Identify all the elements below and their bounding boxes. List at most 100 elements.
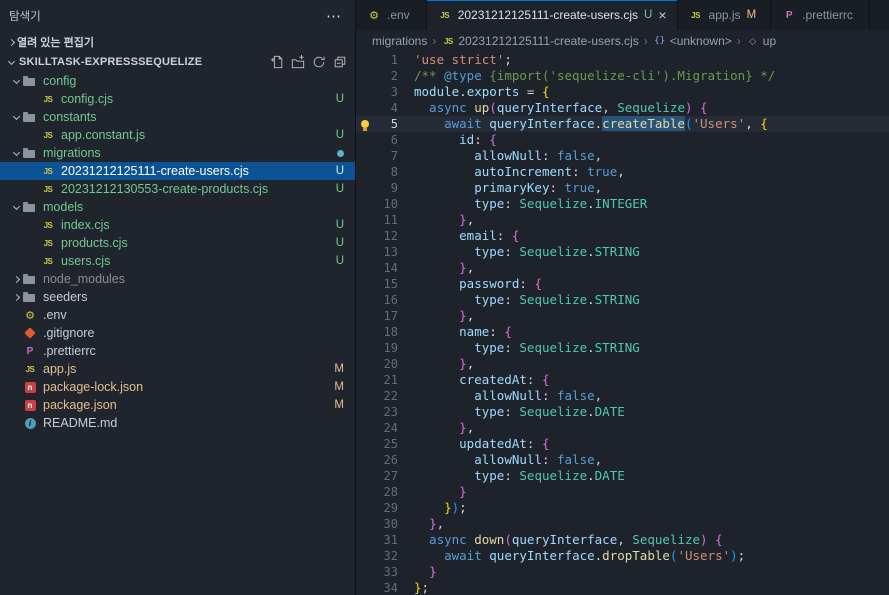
code-line[interactable]: 30 }, [356,516,889,532]
tree-item-seeders[interactable]: seeders [0,288,355,306]
code-line[interactable]: 33 } [356,564,889,580]
code-line[interactable]: 17 }, [356,308,889,324]
line-number[interactable]: 2 [374,68,398,84]
tab-20231212125111-create-users.cjs[interactable]: JS 20231212125111-create-users.cjs U × [426,0,678,30]
code-line[interactable]: 13 type: Sequelize.STRING [356,244,889,260]
code-line[interactable]: 9 primaryKey: true, [356,180,889,196]
code-line[interactable]: 28 } [356,484,889,500]
lightbulb-icon[interactable] [361,120,369,131]
line-number[interactable]: 6 [374,132,398,148]
line-number[interactable]: 32 [374,548,398,564]
line-number[interactable]: 13 [374,244,398,260]
line-number[interactable]: 20 [374,356,398,372]
line-number[interactable]: 22 [374,388,398,404]
code-line[interactable]: 29 }); [356,500,889,516]
tree-item-20231212130553-create-products.cjs[interactable]: JS 20231212130553-create-products.cjs U [0,180,355,198]
line-number[interactable]: 8 [374,164,398,180]
code-line[interactable]: 25 updatedAt: { [356,436,889,452]
breadcrumb-item-up[interactable]: ◇ up [746,33,776,49]
code-line[interactable]: 23 type: Sequelize.DATE [356,404,889,420]
code-line[interactable]: 14 }, [356,260,889,276]
line-number[interactable]: 4 [374,100,398,116]
tree-item-README.md[interactable]: README.md [0,414,355,432]
tab-.prettierrc[interactable]: P .prettierrc [771,0,870,30]
line-number[interactable]: 26 [374,452,398,468]
line-number[interactable]: 17 [374,308,398,324]
line-number[interactable]: 25 [374,436,398,452]
workspace-section-header[interactable]: SKILLTASK-EXPRESSSEQUELIZE [0,52,355,72]
tab-.env[interactable]: ⚙ .env [356,0,427,30]
code-line[interactable]: 2 /** @type {import('sequelize-cli').Migr… [356,68,889,84]
more-actions-icon[interactable]: ⋯ [326,9,341,24]
line-number[interactable]: 23 [374,404,398,420]
code-line[interactable]: 6 id: { [356,132,889,148]
tree-item-.gitignore[interactable]: .gitignore [0,324,355,342]
line-number[interactable]: 21 [374,372,398,388]
code-line[interactable]: 7 allowNull: false, [356,148,889,164]
tree-item-constants[interactable]: constants [0,108,355,126]
line-number[interactable]: 1 [374,52,398,68]
tree-item-app.js[interactable]: JS app.js M [0,360,355,378]
new-folder-icon[interactable] [290,54,306,70]
line-number[interactable]: 3 [374,84,398,100]
code-line[interactable]: 32 await queryInterface.dropTable('Users… [356,548,889,564]
tab-app.js[interactable]: JS app.js M [677,0,772,30]
collapse-all-icon[interactable] [332,54,348,70]
refresh-icon[interactable] [311,54,327,70]
tree-item-package.json[interactable]: package.json M [0,396,355,414]
breadcrumb-item-unknown[interactable]: {} <unknown> [653,33,731,49]
code-line[interactable]: 16 type: Sequelize.STRING [356,292,889,308]
line-number[interactable]: 11 [374,212,398,228]
tree-item-.env[interactable]: ⚙ .env [0,306,355,324]
line-number[interactable]: 30 [374,516,398,532]
line-number[interactable]: 16 [374,292,398,308]
tree-item-20231212125111-create-users.cjs[interactable]: JS 20231212125111-create-users.cjs U [0,162,355,180]
line-number[interactable]: 33 [374,564,398,580]
breadcrumb-item-migrations[interactable]: migrations [372,34,427,48]
code-line[interactable]: 20 }, [356,356,889,372]
tree-item-app.constant.js[interactable]: JS app.constant.js U [0,126,355,144]
code-line[interactable]: 15 password: { [356,276,889,292]
code-line[interactable]: 21 createdAt: { [356,372,889,388]
code-line[interactable]: 11 }, [356,212,889,228]
code-line[interactable]: 27 type: Sequelize.DATE [356,468,889,484]
tree-item-config.cjs[interactable]: JS config.cjs U [0,90,355,108]
code-line[interactable]: 10 type: Sequelize.INTEGER [356,196,889,212]
new-file-icon[interactable] [269,54,285,70]
line-number[interactable]: 10 [374,196,398,212]
close-icon[interactable]: × [658,8,666,22]
line-number[interactable]: 28 [374,484,398,500]
line-number[interactable]: 24 [374,420,398,436]
code-line[interactable]: 5 await queryInterface.createTable('User… [356,116,889,132]
line-number[interactable]: 7 [374,148,398,164]
tree-item-users.cjs[interactable]: JS users.cjs U [0,252,355,270]
code-editor[interactable]: 1 'use strict'; 2 /** @type {import('sequel… [356,52,889,595]
tree-item-index.cjs[interactable]: JS index.cjs U [0,216,355,234]
tree-item-.prettierrc[interactable]: P .prettierrc [0,342,355,360]
line-number[interactable]: 15 [374,276,398,292]
breadcrumb-item-20231212125111-create-users.cjs[interactable]: JS 20231212125111-create-users.cjs [441,33,639,49]
line-number[interactable]: 5 [374,116,398,132]
code-line[interactable]: 8 autoIncrement: true, [356,164,889,180]
code-line[interactable]: 31 async down(queryInterface, Sequelize)… [356,532,889,548]
tree-item-package-lock.json[interactable]: package-lock.json M [0,378,355,396]
tree-item-products.cjs[interactable]: JS products.cjs U [0,234,355,252]
code-line[interactable]: 18 name: { [356,324,889,340]
code-line[interactable]: 24 }, [356,420,889,436]
open-editors-header[interactable]: 열려 있는 편집기 [0,32,355,52]
line-number[interactable]: 34 [374,580,398,595]
code-line[interactable]: 34}; [356,580,889,595]
line-number[interactable]: 14 [374,260,398,276]
line-number[interactable]: 18 [374,324,398,340]
line-number[interactable]: 27 [374,468,398,484]
line-number[interactable]: 31 [374,532,398,548]
tree-item-node_modules[interactable]: node_modules [0,270,355,288]
tree-item-config[interactable]: config [0,72,355,90]
line-number[interactable]: 19 [374,340,398,356]
line-number[interactable]: 29 [374,500,398,516]
tree-item-models[interactable]: models [0,198,355,216]
code-line[interactable]: 1 'use strict'; [356,52,889,68]
code-line[interactable]: 19 type: Sequelize.STRING [356,340,889,356]
code-line[interactable]: 4 async up(queryInterface, Sequelize) { [356,100,889,116]
tree-item-migrations[interactable]: migrations [0,144,355,162]
